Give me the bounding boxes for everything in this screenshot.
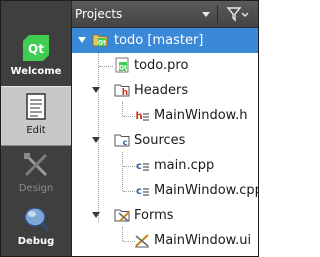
qt-project-icon: Qt xyxy=(92,34,108,47)
ui-file-icon xyxy=(135,234,149,248)
projects-pane-header: Projects xyxy=(72,1,258,28)
tree-item-label: todo [master] xyxy=(114,33,204,48)
project-tree: Qt todo [master] Qt todo.pro h Headers h… xyxy=(72,28,259,256)
tree-item-root-project[interactable]: Qt todo [master] xyxy=(72,28,258,53)
svg-text:c: c xyxy=(123,138,128,147)
document-edit-icon xyxy=(26,93,46,120)
expand-arrow-icon[interactable] xyxy=(92,137,100,143)
tree-item-label: todo.pro xyxy=(134,58,189,73)
svg-text:Qt: Qt xyxy=(98,40,106,47)
mode-welcome-label: Welcome xyxy=(10,66,62,77)
mode-design-label: Design xyxy=(18,183,54,194)
qt-creator-window: Qt Welcome Edit Design Debug Projects Qt… xyxy=(0,0,259,257)
mode-sidebar: Qt Welcome Edit Design Debug xyxy=(1,1,72,256)
tree-item-label: MainWindow.ui xyxy=(154,233,252,248)
svg-text:h: h xyxy=(135,111,142,122)
qt-logo-icon: Qt xyxy=(23,35,49,61)
expand-arrow-icon[interactable] xyxy=(92,212,100,218)
mode-debug[interactable]: Debug xyxy=(1,198,71,256)
tree-item-cpp-file[interactable]: c MainWindow.cpp xyxy=(72,178,259,203)
chevron-down-icon[interactable] xyxy=(202,12,210,17)
tree-item-label: Forms xyxy=(134,208,174,223)
tree-item-label: MainWindow.cpp xyxy=(154,183,259,198)
svg-text:Qt: Qt xyxy=(28,42,44,56)
forms-folder-icon xyxy=(114,209,130,222)
mode-design: Design xyxy=(1,145,71,203)
header-separator xyxy=(217,5,218,23)
tree-item-headers-folder[interactable]: h Headers xyxy=(72,78,258,103)
tree-item-cpp-file[interactable]: c main.cpp xyxy=(72,153,258,178)
mode-debug-label: Debug xyxy=(17,236,55,247)
tree-item-label: MainWindow.h xyxy=(154,108,248,123)
tree-item-label: Sources xyxy=(134,133,186,148)
tree-item-sources-folder[interactable]: c Sources xyxy=(72,128,258,153)
tree-item-label: main.cpp xyxy=(154,158,215,173)
svg-text:c: c xyxy=(136,161,142,172)
projects-view-selector[interactable]: Projects xyxy=(75,7,122,21)
tree-item-pro-file[interactable]: Qt todo.pro xyxy=(72,53,258,78)
debug-bug-icon xyxy=(24,207,49,231)
svg-text:c: c xyxy=(136,186,142,197)
design-pencil-icon xyxy=(24,153,48,177)
expand-arrow-icon[interactable] xyxy=(78,37,86,43)
pro-file-icon: Qt xyxy=(115,57,129,73)
tree-item-label: Headers xyxy=(134,83,189,98)
svg-text:Qt: Qt xyxy=(119,65,127,72)
header-file-icon: h xyxy=(135,111,149,122)
mode-edit-label: Edit xyxy=(26,125,46,136)
mode-edit[interactable]: Edit xyxy=(1,86,71,146)
cpp-file-icon: c xyxy=(136,161,149,172)
sources-folder-icon: c xyxy=(114,134,130,147)
svg-text:h: h xyxy=(122,88,128,98)
tree-item-header-file[interactable]: h MainWindow.h xyxy=(72,103,258,128)
tree-item-ui-file[interactable]: MainWindow.ui xyxy=(72,228,258,253)
mode-welcome[interactable]: Qt Welcome xyxy=(1,28,71,86)
cpp-file-icon: c xyxy=(136,186,149,197)
headers-folder-icon: h xyxy=(114,84,130,98)
expand-arrow-icon[interactable] xyxy=(92,87,100,93)
filter-funnel-icon[interactable] xyxy=(224,5,250,23)
tree-item-forms-folder[interactable]: Forms xyxy=(72,203,258,228)
